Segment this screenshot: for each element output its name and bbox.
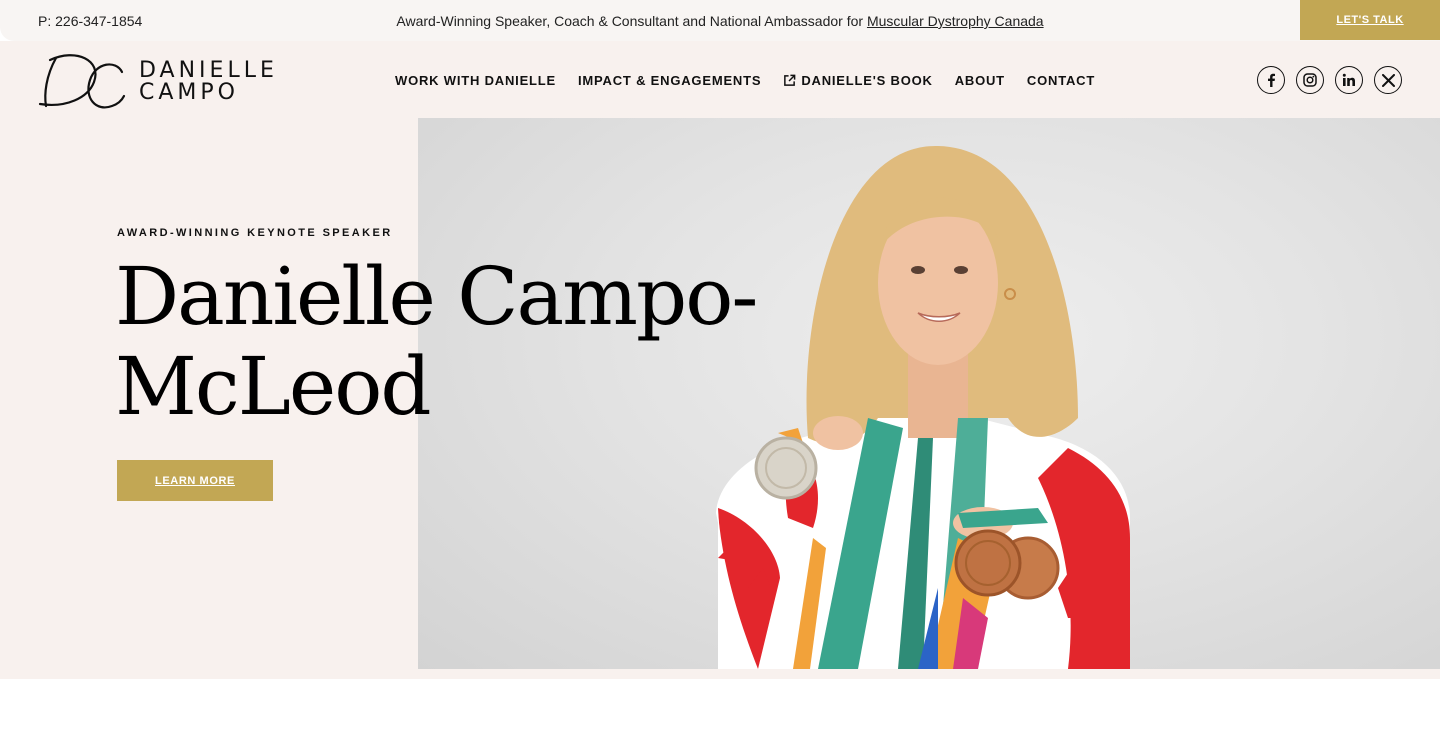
learn-more-button[interactable]: LEARN MORE [117, 460, 273, 501]
muscular-dystrophy-link[interactable]: Muscular Dystrophy Canada [867, 13, 1044, 29]
nav-label: CONTACT [1026, 73, 1096, 88]
phone-number[interactable]: P: 226-347-1854 [38, 13, 142, 29]
instagram-icon[interactable] [1296, 66, 1324, 94]
top-bar: P: 226-347-1854 Award-Winning Speaker, C… [0, 0, 1440, 41]
nav-label: ABOUT [954, 73, 1005, 88]
nav-item-danielles-book[interactable]: DANIELLE'S BOOK [783, 73, 932, 88]
nav-item-about[interactable]: ABOUT [955, 73, 1005, 88]
nav-label: DANIELLE'S BOOK [801, 73, 933, 88]
main-nav: WORK WITH DANIELLE IMPACT & ENGAGEMENTS … [395, 73, 1117, 88]
nav-item-work-with-danielle[interactable]: WORK WITH DANIELLE [395, 73, 556, 88]
site-logo[interactable]: DANIELLE CAMPO [36, 46, 286, 116]
announcement: Award-Winning Speaker, Coach & Consultan… [0, 13, 1440, 29]
facebook-icon[interactable] [1257, 66, 1285, 94]
x-glyph [1381, 73, 1395, 87]
external-link-icon [784, 74, 796, 86]
headline-line-1: Danielle Campo- [115, 250, 758, 343]
x-icon[interactable] [1374, 66, 1402, 94]
announcement-text: Award-Winning Speaker, Coach & Consultan… [396, 13, 867, 29]
logo-name-first: DANIELLE [139, 58, 278, 83]
logo-wordmark: DANIELLE CAMPO [139, 60, 278, 104]
linkedin-icon[interactable] [1335, 66, 1363, 94]
linkedin-glyph [1342, 73, 1355, 86]
dc-monogram-logo [38, 54, 126, 109]
logo-name-last: CAMPO [139, 80, 239, 105]
facebook-glyph [1268, 73, 1275, 87]
nav-label: IMPACT & ENGAGEMENTS [578, 73, 762, 88]
headline-line-2: McLeod [115, 340, 432, 433]
nav-item-impact-engagements[interactable]: IMPACT & ENGAGEMENTS [578, 73, 761, 88]
nav-label: WORK WITH DANIELLE [395, 73, 556, 88]
nav-item-contact[interactable]: CONTACT [1027, 73, 1095, 88]
social-links [1257, 66, 1402, 94]
lets-talk-button[interactable]: LET'S TALK [1300, 0, 1440, 40]
instagram-glyph [1303, 73, 1317, 87]
hero-eyebrow: AWARD-WINNING KEYNOTE SPEAKER [117, 227, 393, 239]
hero-headline: Danielle Campo- McLeod [115, 252, 815, 432]
